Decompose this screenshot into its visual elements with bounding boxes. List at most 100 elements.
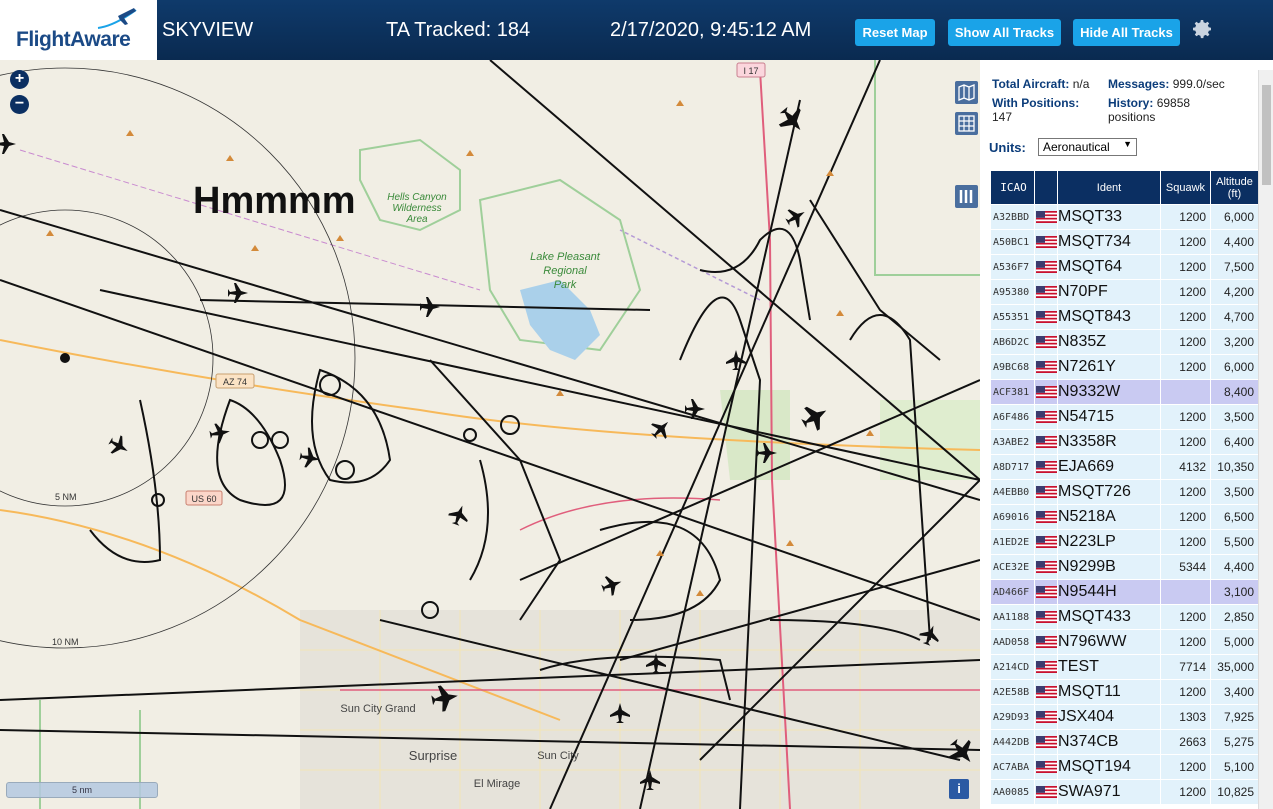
- table-row[interactable]: A29D93 JSX404 1303 7,925: [990, 704, 1259, 730]
- app-title: SKYVIEW: [162, 19, 254, 41]
- table-row[interactable]: A1ED2E N223LP 1200 5,500: [990, 529, 1259, 555]
- road-label-az74: AZ 74: [223, 377, 247, 387]
- units-control: Units: Aeronautical ▼: [989, 138, 1137, 156]
- column-header-squawk[interactable]: Squawk: [1160, 170, 1211, 205]
- altitude-cell: 4,400: [1210, 554, 1259, 580]
- table-row[interactable]: AB6D2C N835Z 1200 3,200: [990, 329, 1259, 355]
- units-label: Units:: [989, 140, 1026, 155]
- ident-cell: N5218A: [1057, 504, 1161, 530]
- reset-map-button[interactable]: Reset Map: [855, 19, 935, 46]
- country-flag-icon: [1034, 329, 1058, 355]
- ident-cell: MSQT843: [1057, 304, 1161, 330]
- altitude-cell: 6,000: [1210, 204, 1259, 230]
- table-row[interactable]: A3ABE2 N3358R 1200 6,400: [990, 429, 1259, 455]
- column-header-ident[interactable]: Ident: [1057, 170, 1161, 205]
- squawk-cell: 1200: [1160, 529, 1211, 555]
- sidebar-scrollbar[interactable]: [1258, 70, 1273, 809]
- grid-toggle-icon[interactable]: [955, 112, 978, 135]
- table-row[interactable]: A536F7 MSQT64 1200 7,500: [990, 254, 1259, 280]
- table-row[interactable]: A69016 N5218A 1200 6,500: [990, 504, 1259, 530]
- table-row[interactable]: AA0085 SWA971 1200 10,825: [990, 779, 1259, 805]
- table-row[interactable]: A442DB N374CB 2663 5,275: [990, 729, 1259, 755]
- squawk-cell: 7714: [1160, 654, 1211, 680]
- table-row[interactable]: A6F486 N54715 1200 3,500: [990, 404, 1259, 430]
- icao-cell: A442DB: [990, 729, 1035, 755]
- map-layers-icon[interactable]: [955, 81, 978, 104]
- ident-cell: N223LP: [1057, 529, 1161, 555]
- messages-value: 999.0/sec: [1172, 77, 1225, 91]
- table-row[interactable]: A50BC1 MSQT734 1200 4,400: [990, 229, 1259, 255]
- country-flag-icon: [1034, 479, 1058, 505]
- map-canvas: Hells Canyon Wilderness Area Lake Pleasa…: [0, 60, 980, 809]
- table-row[interactable]: AD466F N9544H 3,100: [990, 579, 1259, 605]
- squawk-cell: [1160, 579, 1211, 605]
- sidebar-toggle-icon[interactable]: [955, 185, 978, 208]
- place-label-sun-city: Sun City: [537, 750, 579, 762]
- country-flag-icon: [1034, 779, 1058, 805]
- road-label-us60: US 60: [191, 494, 216, 504]
- settings-gear-icon[interactable]: [1190, 17, 1214, 41]
- aircraft-table: ICAO Ident Squawk Altitude (ft) A32BBD MS…: [990, 170, 1259, 805]
- show-all-tracks-button[interactable]: Show All Tracks: [948, 19, 1061, 46]
- altitude-cell: 10,825: [1210, 779, 1259, 805]
- squawk-cell: 1200: [1160, 329, 1211, 355]
- country-flag-icon: [1034, 454, 1058, 480]
- icao-cell: A55351: [990, 304, 1035, 330]
- table-row[interactable]: ACF381 N9332W 8,400: [990, 379, 1259, 405]
- ident-cell: TEST: [1057, 654, 1161, 680]
- icao-cell: AA0085: [990, 779, 1035, 805]
- altitude-cell: 4,700: [1210, 304, 1259, 330]
- range-label-5nm: 5 NM: [55, 492, 77, 502]
- place-label-hells-canyon-1: Hells Canyon: [387, 192, 447, 203]
- current-datetime: 2/17/2020, 9:45:12 AM: [610, 19, 812, 41]
- ident-cell: SWA971: [1057, 779, 1161, 805]
- column-header-flag[interactable]: [1034, 170, 1058, 205]
- units-select[interactable]: Aeronautical ▼: [1038, 138, 1137, 156]
- altitude-cell: 3,500: [1210, 404, 1259, 430]
- icao-cell: A2E58B: [990, 679, 1035, 705]
- info-button[interactable]: i: [949, 779, 969, 799]
- map-annotation-text: Hmmmm: [193, 180, 356, 222]
- table-row[interactable]: A32BBD MSQT33 1200 6,000: [990, 204, 1259, 230]
- table-row[interactable]: AC7ABA MSQT194 1200 5,100: [990, 754, 1259, 780]
- zoom-out-button[interactable]: −: [10, 95, 29, 114]
- table-row[interactable]: A9BC68 N7261Y 1200 6,000: [990, 354, 1259, 380]
- place-label-sun-city-grand: Sun City Grand: [340, 703, 415, 715]
- hide-all-tracks-button[interactable]: Hide All Tracks: [1073, 19, 1180, 46]
- table-row[interactable]: A2E58B MSQT11 1200 3,400: [990, 679, 1259, 705]
- zoom-in-button[interactable]: +: [10, 70, 29, 89]
- icao-cell: A536F7: [990, 254, 1035, 280]
- altitude-cell: 35,000: [1210, 654, 1259, 680]
- country-flag-icon: [1034, 304, 1058, 330]
- country-flag-icon: [1034, 604, 1058, 630]
- altitude-cell: 3,500: [1210, 479, 1259, 505]
- table-row[interactable]: A4EBB0 MSQT726 1200 3,500: [990, 479, 1259, 505]
- country-flag-icon: [1034, 279, 1058, 305]
- table-row[interactable]: ACE32E N9299B 5344 4,400: [990, 554, 1259, 580]
- map-scale-bar: 5 nm: [6, 782, 158, 798]
- country-flag-icon: [1034, 429, 1058, 455]
- column-header-icao[interactable]: ICAO: [990, 170, 1035, 205]
- country-flag-icon: [1034, 554, 1058, 580]
- table-row[interactable]: A55351 MSQT843 1200 4,700: [990, 304, 1259, 330]
- table-row[interactable]: A214CD TEST 7714 35,000: [990, 654, 1259, 680]
- altitude-cell: 4,200: [1210, 279, 1259, 305]
- country-flag-icon: [1034, 579, 1058, 605]
- table-row[interactable]: AA1188 MSQT433 1200 2,850: [990, 604, 1259, 630]
- flightaware-logo[interactable]: FlightAware: [0, 0, 157, 60]
- table-row[interactable]: AAD058 N796WW 1200 5,000: [990, 629, 1259, 655]
- country-flag-icon: [1034, 504, 1058, 530]
- altitude-cell: 6,400: [1210, 429, 1259, 455]
- ident-cell: N796WW: [1057, 629, 1161, 655]
- map-view[interactable]: Hells Canyon Wilderness Area Lake Pleasa…: [0, 60, 980, 809]
- country-flag-icon: [1034, 529, 1058, 555]
- ident-cell: MSQT33: [1057, 204, 1161, 230]
- ident-cell: N9332W: [1057, 379, 1161, 405]
- ident-cell: N7261Y: [1057, 354, 1161, 380]
- scrollbar-thumb[interactable]: [1262, 85, 1271, 185]
- table-row[interactable]: A8D717 EJA669 4132 10,350: [990, 454, 1259, 480]
- column-header-altitude[interactable]: Altitude (ft): [1210, 170, 1259, 205]
- altitude-cell: 10,350: [1210, 454, 1259, 480]
- place-label-hells-canyon-2: Wilderness: [392, 203, 441, 214]
- table-row[interactable]: A95380 N70PF 1200 4,200: [990, 279, 1259, 305]
